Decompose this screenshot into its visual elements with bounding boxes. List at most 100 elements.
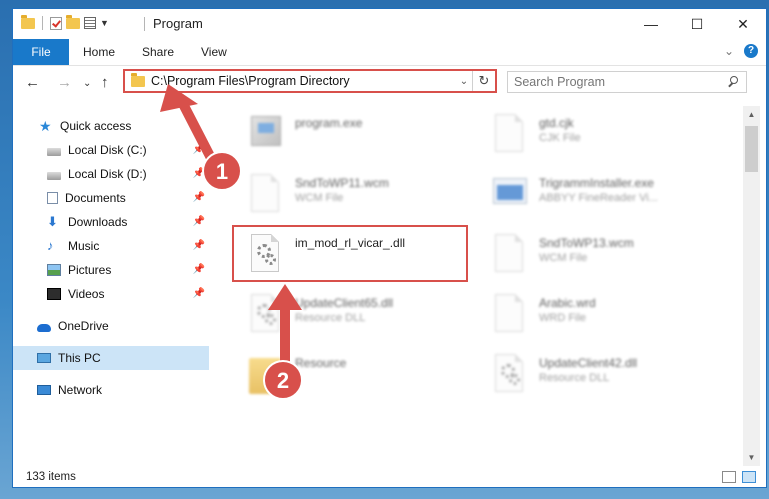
quick-access-toolbar: ▼	[21, 14, 109, 30]
sidebar-item-music[interactable]: ♪ Music 📌	[13, 234, 209, 258]
file-name: gtd.cjk	[539, 116, 574, 130]
file-item[interactable]: SndToWP11.wcm WCM File	[241, 170, 491, 226]
chevron-down-icon[interactable]: ▼	[100, 18, 109, 28]
document-icon	[491, 114, 527, 158]
properties-check-icon[interactable]	[50, 16, 62, 30]
sidebar-item-label: Quick access	[60, 119, 132, 133]
pin-icon[interactable]: 📌	[193, 168, 205, 179]
sidebar-item-documents[interactable]: Documents 📌	[13, 186, 209, 210]
document-icon	[247, 174, 283, 218]
sidebar-item-network[interactable]: Network	[13, 378, 209, 402]
status-bar: 133 items	[13, 467, 766, 487]
file-name: SndToWP11.wcm	[295, 176, 389, 190]
address-path[interactable]: C:\Program Files\Program Directory	[151, 74, 456, 88]
window-controls: — ☐ ✕	[628, 9, 766, 39]
address-row: ← → ⌄ ↑ C:\Program Files\Program Directo…	[13, 66, 766, 98]
navigation-pane: ★ Quick access Local Disk (C:) 📌 Local D…	[13, 106, 209, 466]
file-type: CJK File	[539, 132, 581, 144]
sidebar-item-label: This PC	[58, 351, 101, 365]
file-type: WRD File	[539, 312, 587, 324]
minimize-button[interactable]: —	[628, 9, 674, 39]
refresh-button[interactable]: ↻	[472, 71, 495, 91]
disk-icon	[47, 172, 61, 180]
pin-icon[interactable]: 📌	[193, 240, 205, 251]
title-bar: ▼ Program — ☐ ✕	[13, 9, 766, 39]
maximize-button[interactable]: ☐	[674, 9, 720, 39]
exe-icon	[247, 114, 283, 158]
search-input[interactable]	[508, 74, 726, 90]
address-bar[interactable]: C:\Program Files\Program Directory ⌄ ↻	[123, 69, 497, 93]
sidebar-item-videos[interactable]: Videos 📌	[13, 282, 209, 306]
scroll-down-arrow-icon[interactable]: ▼	[743, 449, 760, 466]
file-item[interactable]: TrigrammInstaller.exe ABBYY FineReader V…	[485, 170, 735, 226]
vertical-scrollbar[interactable]: ▲ ▼	[743, 106, 760, 466]
file-item[interactable]: gtd.cjk CJK File	[485, 110, 735, 166]
sidebar-item-local-disk-d[interactable]: Local Disk (D:) 📌	[13, 162, 209, 186]
pin-icon[interactable]: 📌	[193, 144, 205, 155]
search-box[interactable]	[507, 71, 747, 93]
file-item[interactable]: UpdateClient42.dll Resource DLL	[485, 350, 735, 406]
sidebar-item-local-disk-c[interactable]: Local Disk (C:) 📌	[13, 138, 209, 162]
sidebar-item-quick-access[interactable]: ★ Quick access	[13, 114, 209, 138]
dll-gear-icon	[491, 354, 527, 398]
address-dropdown-icon[interactable]: ⌄	[456, 76, 472, 87]
customize-icon[interactable]	[84, 17, 96, 29]
window-icon	[491, 174, 527, 218]
help-icon[interactable]: ?	[744, 44, 758, 58]
target-file-highlight	[232, 225, 468, 282]
up-button[interactable]: ↑	[101, 74, 109, 91]
sidebar-item-label: Documents	[65, 191, 126, 205]
sidebar-item-label: Music	[68, 239, 100, 253]
pin-icon[interactable]: 📌	[193, 216, 205, 227]
pictures-icon	[47, 264, 61, 276]
sidebar-item-pictures[interactable]: Pictures 📌	[13, 258, 209, 282]
pin-icon[interactable]: 📌	[193, 264, 205, 275]
file-name: Arabic.wrd	[539, 296, 596, 310]
sidebar-item-downloads[interactable]: ⬇ Downloads 📌	[13, 210, 209, 234]
search-icon[interactable]	[726, 75, 740, 89]
file-item[interactable]: UpdateClient65.dll Resource DLL	[241, 290, 491, 346]
folder-icon	[247, 354, 283, 398]
sidebar-item-label: Pictures	[68, 263, 112, 277]
pin-icon[interactable]: 📌	[193, 288, 205, 299]
forward-button[interactable]: →	[57, 74, 72, 91]
sidebar-item-onedrive[interactable]: OneDrive	[13, 314, 209, 338]
videos-icon	[47, 288, 61, 300]
tab-view[interactable]: View	[201, 45, 227, 59]
file-type: Resource DLL	[539, 372, 610, 384]
tiles-view-icon[interactable]	[742, 471, 756, 483]
tab-share[interactable]: Share	[142, 45, 174, 59]
file-item[interactable]: program.exe	[241, 110, 491, 166]
recent-locations-button[interactable]: ⌄	[83, 78, 91, 89]
sidebar-item-label: Local Disk (C:)	[68, 143, 147, 157]
star-icon: ★	[39, 118, 52, 134]
document-icon	[491, 294, 527, 338]
music-icon: ♪	[47, 238, 54, 253]
details-view-icon[interactable]	[722, 471, 736, 483]
documents-icon	[47, 192, 58, 204]
file-item[interactable]: Arabic.wrd WRD File	[485, 290, 735, 346]
scroll-thumb[interactable]	[745, 126, 758, 172]
sidebar-item-label: Local Disk (D:)	[68, 167, 147, 181]
sidebar-item-label: Downloads	[68, 215, 128, 229]
file-item[interactable]: SndToWP13.wcm WCM File	[485, 230, 735, 286]
tab-home[interactable]: Home	[83, 45, 115, 59]
disk-icon	[47, 148, 61, 156]
folder-icon	[21, 14, 35, 29]
close-button[interactable]: ✕	[720, 9, 766, 39]
file-name: SndToWP13.wcm	[539, 236, 634, 250]
back-button[interactable]: ←	[25, 74, 40, 91]
ribbon-expand-icon[interactable]: ⌄	[724, 44, 734, 58]
pin-icon[interactable]: 📌	[193, 192, 205, 203]
network-icon	[37, 385, 51, 395]
scroll-up-arrow-icon[interactable]: ▲	[743, 106, 760, 123]
view-toggle	[722, 471, 756, 483]
file-type: WCM File	[539, 252, 588, 264]
new-folder-icon[interactable]	[66, 14, 80, 29]
tab-file[interactable]: File	[13, 39, 69, 65]
ribbon-tabs: File Home Share View ⌄ ?	[13, 39, 766, 66]
file-item[interactable]: Resource	[241, 350, 491, 406]
sidebar-item-label: OneDrive	[58, 319, 109, 333]
sidebar-item-this-pc[interactable]: This PC	[13, 346, 209, 370]
item-count: 133 items	[26, 471, 76, 483]
